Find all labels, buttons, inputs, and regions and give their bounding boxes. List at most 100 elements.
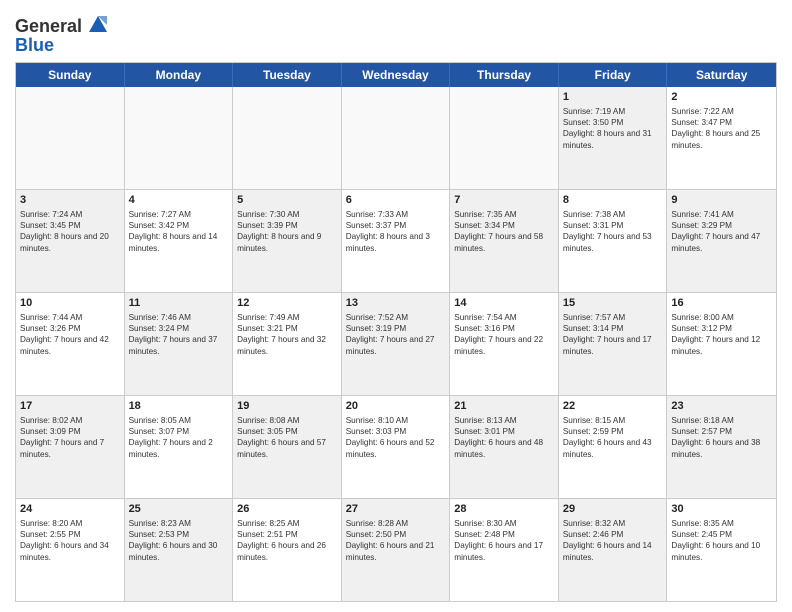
day-number: 15 xyxy=(563,296,663,311)
cell-info: Sunrise: 8:25 AM Sunset: 2:51 PM Dayligh… xyxy=(237,518,337,563)
calendar-cell-1-3: 6Sunrise: 7:33 AM Sunset: 3:37 PM Daylig… xyxy=(342,190,451,292)
calendar-cell-3-5: 22Sunrise: 8:15 AM Sunset: 2:59 PM Dayli… xyxy=(559,396,668,498)
cell-info: Sunrise: 7:49 AM Sunset: 3:21 PM Dayligh… xyxy=(237,312,337,357)
calendar-cell-0-1 xyxy=(125,87,234,189)
cell-info: Sunrise: 8:28 AM Sunset: 2:50 PM Dayligh… xyxy=(346,518,446,563)
day-number: 16 xyxy=(671,296,772,311)
calendar-cell-3-1: 18Sunrise: 8:05 AM Sunset: 3:07 PM Dayli… xyxy=(125,396,234,498)
cell-info: Sunrise: 8:32 AM Sunset: 2:46 PM Dayligh… xyxy=(563,518,663,563)
cell-info: Sunrise: 8:10 AM Sunset: 3:03 PM Dayligh… xyxy=(346,415,446,460)
day-number: 23 xyxy=(671,399,772,414)
calendar-cell-0-3 xyxy=(342,87,451,189)
header-tuesday: Tuesday xyxy=(233,63,342,87)
day-number: 26 xyxy=(237,502,337,517)
calendar-cell-4-3: 27Sunrise: 8:28 AM Sunset: 2:50 PM Dayli… xyxy=(342,499,451,601)
cell-info: Sunrise: 7:22 AM Sunset: 3:47 PM Dayligh… xyxy=(671,106,772,151)
calendar-cell-4-0: 24Sunrise: 8:20 AM Sunset: 2:55 PM Dayli… xyxy=(16,499,125,601)
calendar: Sunday Monday Tuesday Wednesday Thursday… xyxy=(15,62,777,602)
day-number: 29 xyxy=(563,502,663,517)
day-number: 18 xyxy=(129,399,229,414)
day-number: 12 xyxy=(237,296,337,311)
cell-info: Sunrise: 7:41 AM Sunset: 3:29 PM Dayligh… xyxy=(671,209,772,254)
calendar-cell-0-0 xyxy=(16,87,125,189)
day-number: 7 xyxy=(454,193,554,208)
cell-info: Sunrise: 8:08 AM Sunset: 3:05 PM Dayligh… xyxy=(237,415,337,460)
calendar-cell-2-0: 10Sunrise: 7:44 AM Sunset: 3:26 PM Dayli… xyxy=(16,293,125,395)
day-number: 24 xyxy=(20,502,120,517)
day-number: 19 xyxy=(237,399,337,414)
day-number: 13 xyxy=(346,296,446,311)
calendar-header: Sunday Monday Tuesday Wednesday Thursday… xyxy=(16,63,776,87)
cell-info: Sunrise: 8:35 AM Sunset: 2:45 PM Dayligh… xyxy=(671,518,772,563)
calendar-cell-0-5: 1Sunrise: 7:19 AM Sunset: 3:50 PM Daylig… xyxy=(559,87,668,189)
logo-general-text: General xyxy=(15,16,82,37)
cell-info: Sunrise: 8:02 AM Sunset: 3:09 PM Dayligh… xyxy=(20,415,120,460)
day-number: 20 xyxy=(346,399,446,414)
cell-info: Sunrise: 7:24 AM Sunset: 3:45 PM Dayligh… xyxy=(20,209,120,254)
calendar-cell-1-1: 4Sunrise: 7:27 AM Sunset: 3:42 PM Daylig… xyxy=(125,190,234,292)
day-number: 6 xyxy=(346,193,446,208)
cell-info: Sunrise: 7:30 AM Sunset: 3:39 PM Dayligh… xyxy=(237,209,337,254)
header-thursday: Thursday xyxy=(450,63,559,87)
day-number: 28 xyxy=(454,502,554,517)
calendar-cell-2-2: 12Sunrise: 7:49 AM Sunset: 3:21 PM Dayli… xyxy=(233,293,342,395)
header: General Blue xyxy=(15,10,777,56)
calendar-cell-4-5: 29Sunrise: 8:32 AM Sunset: 2:46 PM Dayli… xyxy=(559,499,668,601)
header-saturday: Saturday xyxy=(667,63,776,87)
cell-info: Sunrise: 8:18 AM Sunset: 2:57 PM Dayligh… xyxy=(671,415,772,460)
calendar-cell-3-0: 17Sunrise: 8:02 AM Sunset: 3:09 PM Dayli… xyxy=(16,396,125,498)
calendar-cell-2-3: 13Sunrise: 7:52 AM Sunset: 3:19 PM Dayli… xyxy=(342,293,451,395)
calendar-cell-2-4: 14Sunrise: 7:54 AM Sunset: 3:16 PM Dayli… xyxy=(450,293,559,395)
calendar-cell-1-6: 9Sunrise: 7:41 AM Sunset: 3:29 PM Daylig… xyxy=(667,190,776,292)
day-number: 11 xyxy=(129,296,229,311)
calendar-cell-4-1: 25Sunrise: 8:23 AM Sunset: 2:53 PM Dayli… xyxy=(125,499,234,601)
cell-info: Sunrise: 8:30 AM Sunset: 2:48 PM Dayligh… xyxy=(454,518,554,563)
calendar-body: 1Sunrise: 7:19 AM Sunset: 3:50 PM Daylig… xyxy=(16,87,776,601)
day-number: 14 xyxy=(454,296,554,311)
cell-info: Sunrise: 8:20 AM Sunset: 2:55 PM Dayligh… xyxy=(20,518,120,563)
calendar-cell-4-4: 28Sunrise: 8:30 AM Sunset: 2:48 PM Dayli… xyxy=(450,499,559,601)
calendar-cell-4-2: 26Sunrise: 8:25 AM Sunset: 2:51 PM Dayli… xyxy=(233,499,342,601)
day-number: 5 xyxy=(237,193,337,208)
calendar-row-1: 3Sunrise: 7:24 AM Sunset: 3:45 PM Daylig… xyxy=(16,190,776,293)
cell-info: Sunrise: 8:05 AM Sunset: 3:07 PM Dayligh… xyxy=(129,415,229,460)
calendar-row-2: 10Sunrise: 7:44 AM Sunset: 3:26 PM Dayli… xyxy=(16,293,776,396)
cell-info: Sunrise: 7:54 AM Sunset: 3:16 PM Dayligh… xyxy=(454,312,554,357)
calendar-row-0: 1Sunrise: 7:19 AM Sunset: 3:50 PM Daylig… xyxy=(16,87,776,190)
logo: General Blue xyxy=(15,14,111,56)
day-number: 2 xyxy=(671,90,772,105)
calendar-row-4: 24Sunrise: 8:20 AM Sunset: 2:55 PM Dayli… xyxy=(16,499,776,601)
day-number: 10 xyxy=(20,296,120,311)
day-number: 1 xyxy=(563,90,663,105)
calendar-cell-2-5: 15Sunrise: 7:57 AM Sunset: 3:14 PM Dayli… xyxy=(559,293,668,395)
calendar-cell-0-6: 2Sunrise: 7:22 AM Sunset: 3:47 PM Daylig… xyxy=(667,87,776,189)
cell-info: Sunrise: 7:46 AM Sunset: 3:24 PM Dayligh… xyxy=(129,312,229,357)
day-number: 9 xyxy=(671,193,772,208)
calendar-row-3: 17Sunrise: 8:02 AM Sunset: 3:09 PM Dayli… xyxy=(16,396,776,499)
cell-info: Sunrise: 7:33 AM Sunset: 3:37 PM Dayligh… xyxy=(346,209,446,254)
logo-icon xyxy=(85,12,111,38)
cell-info: Sunrise: 8:23 AM Sunset: 2:53 PM Dayligh… xyxy=(129,518,229,563)
calendar-cell-3-6: 23Sunrise: 8:18 AM Sunset: 2:57 PM Dayli… xyxy=(667,396,776,498)
calendar-cell-3-2: 19Sunrise: 8:08 AM Sunset: 3:05 PM Dayli… xyxy=(233,396,342,498)
calendar-cell-3-3: 20Sunrise: 8:10 AM Sunset: 3:03 PM Dayli… xyxy=(342,396,451,498)
cell-info: Sunrise: 8:13 AM Sunset: 3:01 PM Dayligh… xyxy=(454,415,554,460)
calendar-cell-3-4: 21Sunrise: 8:13 AM Sunset: 3:01 PM Dayli… xyxy=(450,396,559,498)
calendar-cell-2-6: 16Sunrise: 8:00 AM Sunset: 3:12 PM Dayli… xyxy=(667,293,776,395)
day-number: 27 xyxy=(346,502,446,517)
header-wednesday: Wednesday xyxy=(342,63,451,87)
calendar-cell-1-5: 8Sunrise: 7:38 AM Sunset: 3:31 PM Daylig… xyxy=(559,190,668,292)
calendar-cell-1-0: 3Sunrise: 7:24 AM Sunset: 3:45 PM Daylig… xyxy=(16,190,125,292)
logo-blue-text: Blue xyxy=(15,35,111,56)
page: General Blue Sunday Monday Tuesday Wedne… xyxy=(0,0,792,612)
day-number: 3 xyxy=(20,193,120,208)
cell-info: Sunrise: 8:00 AM Sunset: 3:12 PM Dayligh… xyxy=(671,312,772,357)
header-sunday: Sunday xyxy=(16,63,125,87)
header-friday: Friday xyxy=(559,63,668,87)
calendar-cell-4-6: 30Sunrise: 8:35 AM Sunset: 2:45 PM Dayli… xyxy=(667,499,776,601)
day-number: 25 xyxy=(129,502,229,517)
day-number: 17 xyxy=(20,399,120,414)
day-number: 8 xyxy=(563,193,663,208)
cell-info: Sunrise: 7:52 AM Sunset: 3:19 PM Dayligh… xyxy=(346,312,446,357)
cell-info: Sunrise: 7:19 AM Sunset: 3:50 PM Dayligh… xyxy=(563,106,663,151)
